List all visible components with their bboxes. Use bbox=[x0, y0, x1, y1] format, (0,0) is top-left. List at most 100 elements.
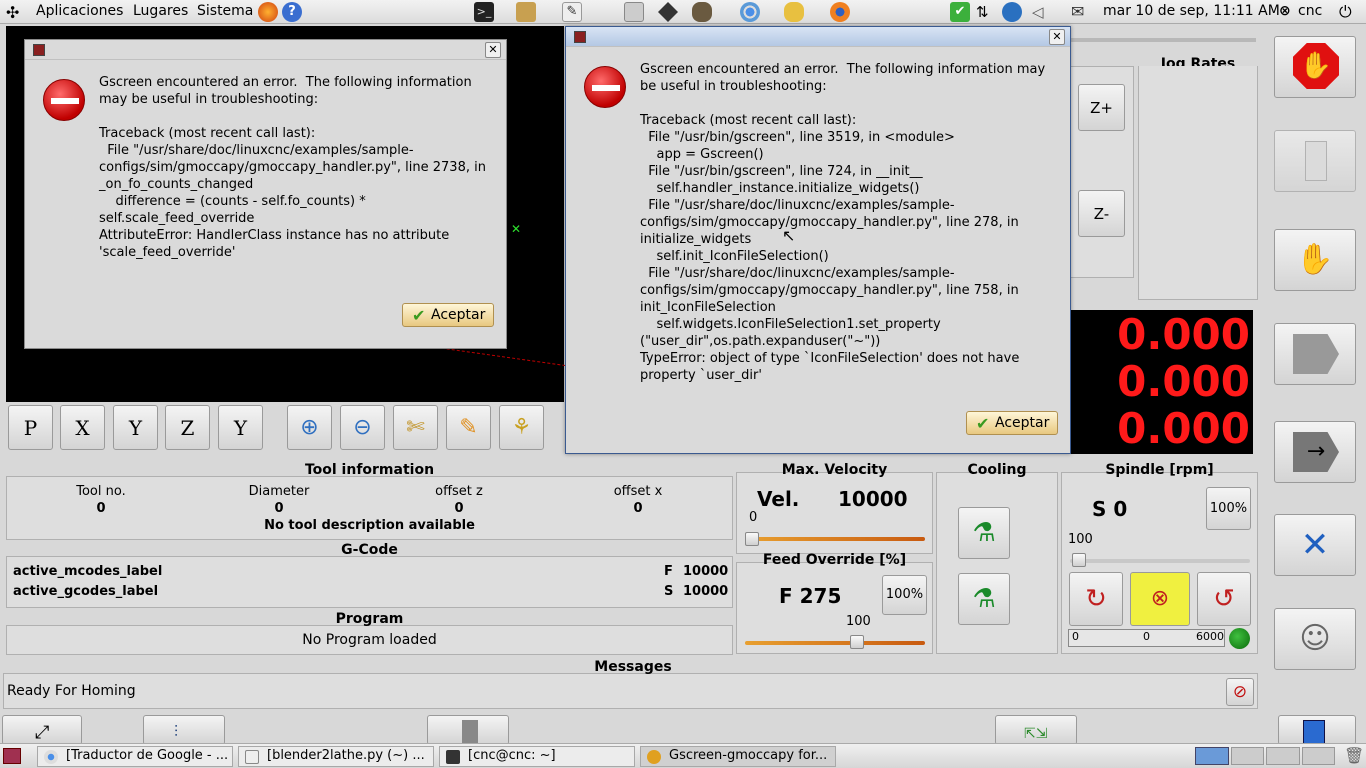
messages-frame bbox=[3, 673, 1258, 709]
jog-z-plus-button[interactable]: Z+ bbox=[1078, 84, 1125, 131]
view-z-button[interactable]: Z bbox=[165, 405, 210, 450]
workspace-4[interactable] bbox=[1301, 747, 1335, 765]
task-gscreen[interactable]: Gscreen-gmoccapy for... bbox=[640, 746, 836, 767]
view-p-label: P bbox=[23, 416, 38, 440]
task-blender2lathe[interactable]: [blender2lathe.py (~) ... bbox=[238, 746, 434, 767]
view-y2-button[interactable]: Y bbox=[218, 405, 263, 450]
exit-button[interactable] bbox=[1278, 715, 1356, 745]
spindle-reverse-button[interactable]: ↺ bbox=[1197, 572, 1251, 626]
fullscreen-button[interactable]: ⇱⇲ bbox=[995, 715, 1077, 745]
origin-marker: ✕ bbox=[511, 222, 522, 236]
spindle-reset-button[interactable]: 100% bbox=[1206, 487, 1251, 530]
volume-icon[interactable]: ◁ bbox=[1032, 3, 1044, 21]
power-icon[interactable]: ⏻ bbox=[1339, 2, 1352, 22]
gcode-title: G-Code bbox=[341, 542, 398, 558]
chromium-icon[interactable] bbox=[740, 2, 760, 22]
manual-mode-button[interactable]: ✋ bbox=[1274, 229, 1356, 291]
spindle-ccw-icon: ↺ bbox=[1213, 584, 1235, 614]
offset-x-label: offset x bbox=[613, 484, 663, 499]
view-y-button[interactable]: Y bbox=[113, 405, 158, 450]
spindle-stop-button[interactable]: ⊗ bbox=[1130, 572, 1190, 626]
task-terminal[interactable]: [cnc@cnc: ~] bbox=[439, 746, 635, 767]
feed-override-slider[interactable] bbox=[745, 641, 925, 645]
workspace-1[interactable] bbox=[1195, 747, 1229, 765]
velocity-slider-handle[interactable] bbox=[745, 532, 759, 546]
flood-button[interactable]: ⚗ bbox=[958, 507, 1010, 559]
blender-icon[interactable] bbox=[830, 2, 850, 22]
auto-mode-button[interactable]: → bbox=[1274, 421, 1356, 483]
dialog-2-titlebar[interactable]: ✕ bbox=[566, 27, 1070, 47]
mist-button[interactable]: ⚗ bbox=[958, 573, 1010, 625]
spindle-slider[interactable] bbox=[1070, 559, 1250, 563]
error-icon bbox=[584, 66, 626, 108]
firefox-icon[interactable] bbox=[258, 2, 278, 22]
mail-icon[interactable]: ✉ bbox=[1071, 2, 1084, 21]
dialog-2-accept-button[interactable]: Aceptar bbox=[966, 411, 1059, 435]
trash-icon[interactable]: 🗑 bbox=[1344, 746, 1364, 765]
help-icon[interactable]: ? bbox=[282, 2, 302, 22]
dialog-1-accept-button[interactable]: Aceptar bbox=[402, 303, 495, 327]
velocity-slider[interactable] bbox=[745, 537, 925, 541]
tool-no-label: Tool no. bbox=[76, 484, 126, 499]
user-switch-icon[interactable]: ⊗ bbox=[1279, 3, 1291, 19]
machine-ref-button[interactable]: ⤢ bbox=[2, 715, 82, 745]
program-status: No Program loaded bbox=[302, 632, 437, 648]
view-p-button[interactable]: P bbox=[8, 405, 53, 450]
notes-icon[interactable] bbox=[516, 2, 536, 22]
dialog-2-close-button[interactable]: ✕ bbox=[1049, 29, 1065, 45]
user-tabs-button[interactable]: ☺ bbox=[1274, 608, 1356, 670]
gimp-icon[interactable] bbox=[692, 2, 712, 22]
update-check-icon[interactable]: ✔ bbox=[950, 2, 970, 22]
measure-button[interactable]: ✄ bbox=[393, 405, 438, 450]
edit-button[interactable]: ✎ bbox=[446, 405, 491, 450]
show-desktop-icon[interactable] bbox=[3, 748, 21, 764]
inkscape-icon[interactable] bbox=[658, 2, 678, 22]
menu-sistema[interactable]: Sistema bbox=[197, 3, 253, 19]
dropbox-icon[interactable] bbox=[1002, 2, 1022, 22]
diameter-label: Diameter bbox=[248, 484, 310, 499]
settings-button[interactable]: ✕ bbox=[1274, 514, 1356, 576]
terminal-icon[interactable]: >_ bbox=[474, 2, 494, 22]
mdi-mode-button[interactable] bbox=[1274, 323, 1356, 385]
menu-aplicaciones[interactable]: Aplicaciones bbox=[36, 3, 123, 19]
offset-x-value: 0 bbox=[633, 501, 643, 516]
spindle-slider-handle[interactable] bbox=[1072, 553, 1086, 567]
workspace-3[interactable] bbox=[1266, 747, 1300, 765]
estop-button[interactable]: ✋ bbox=[1274, 36, 1356, 98]
workspace-switcher[interactable] bbox=[1195, 747, 1335, 765]
zoom-out-icon: ⊖ bbox=[353, 415, 372, 440]
cooling-frame bbox=[936, 472, 1058, 654]
tool-button[interactable] bbox=[427, 715, 509, 746]
menu-lugares[interactable]: Lugares bbox=[133, 3, 188, 19]
zoom-in-button[interactable]: ⊕ bbox=[287, 405, 332, 450]
zoom-out-button[interactable]: ⊖ bbox=[340, 405, 385, 450]
calculator-icon[interactable] bbox=[624, 2, 644, 22]
jog-z-minus-button[interactable]: Z- bbox=[1078, 190, 1125, 237]
foot-icon[interactable]: ✣ bbox=[6, 3, 19, 22]
stop-hand-icon: ✋ bbox=[1293, 43, 1339, 89]
error-icon bbox=[43, 79, 85, 121]
speed-value: 10000 bbox=[683, 584, 729, 599]
task-google-translate[interactable]: [Traductor de Google - ... bbox=[37, 746, 233, 767]
machine-on-button[interactable] bbox=[1274, 130, 1356, 192]
spindle-forward-button[interactable]: ↻ bbox=[1069, 572, 1123, 626]
text-editor-icon[interactable]: ✎ bbox=[562, 2, 582, 22]
dialog-1-close-button[interactable]: ✕ bbox=[485, 42, 501, 58]
cheese-icon[interactable] bbox=[784, 2, 804, 22]
spindle-bar-mid: 0 bbox=[1143, 630, 1150, 643]
workspace-2[interactable] bbox=[1230, 747, 1264, 765]
clear-plot-button[interactable]: ⚘ bbox=[499, 405, 544, 450]
user-name[interactable]: cnc bbox=[1298, 3, 1322, 19]
dialog-1-titlebar[interactable]: ✕ bbox=[25, 40, 506, 60]
spindle-reset-label: 100% bbox=[1209, 501, 1248, 516]
clock[interactable]: mar 10 de sep, 11:11 AM bbox=[1103, 3, 1280, 19]
view-z-label: Z bbox=[180, 416, 195, 440]
feed-override-reset-button[interactable]: 100% bbox=[882, 575, 927, 615]
feed-override-slider-handle[interactable] bbox=[850, 635, 864, 649]
dro-x: 0.000 bbox=[1117, 310, 1250, 359]
view-x-button[interactable]: X bbox=[60, 405, 105, 450]
touch-off-button[interactable]: ⫶ bbox=[143, 715, 225, 745]
clear-messages-button[interactable]: ⊘ bbox=[1226, 678, 1254, 706]
network-icon[interactable]: ⇅ bbox=[976, 3, 989, 21]
dialog-2-accept-label: Aceptar bbox=[995, 415, 1050, 431]
